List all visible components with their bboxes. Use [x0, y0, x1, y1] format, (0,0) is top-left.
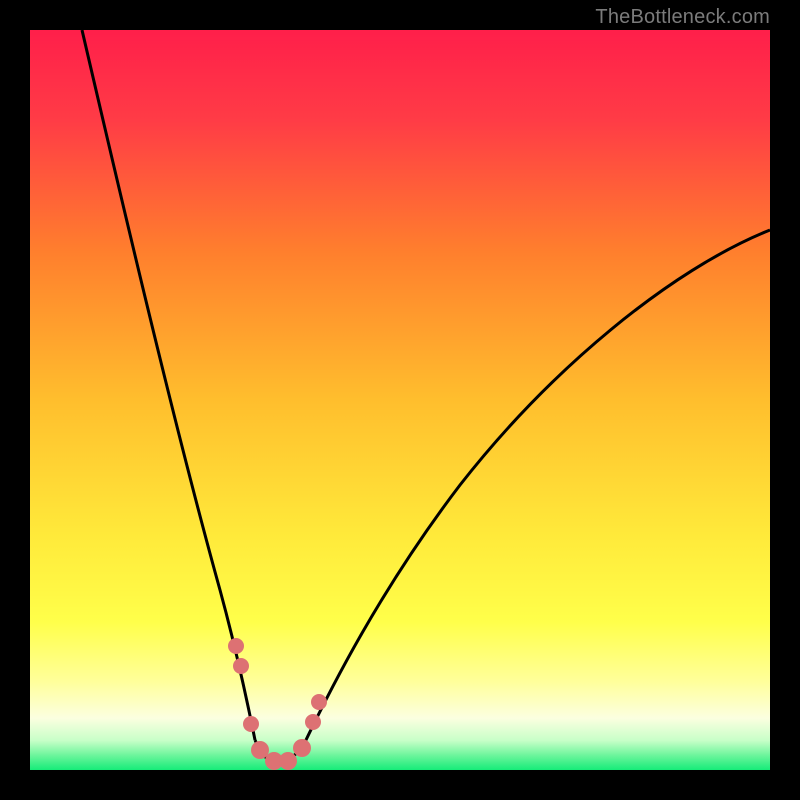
- marker-dot: [305, 714, 321, 730]
- bottleneck-curve-right: [305, 230, 770, 742]
- marker-dot: [293, 739, 311, 757]
- bottleneck-curve-left: [82, 30, 255, 740]
- marker-dot: [279, 752, 297, 770]
- chart-frame: TheBottleneck.com: [0, 0, 800, 800]
- marker-dot: [251, 741, 269, 759]
- watermark-text: TheBottleneck.com: [595, 6, 770, 29]
- marker-dot: [311, 694, 327, 710]
- marker-dot: [228, 638, 244, 654]
- marker-group: [228, 638, 327, 770]
- marker-dot: [243, 716, 259, 732]
- marker-dot: [233, 658, 249, 674]
- curve-layer: [30, 30, 770, 770]
- plot-area: [30, 30, 770, 770]
